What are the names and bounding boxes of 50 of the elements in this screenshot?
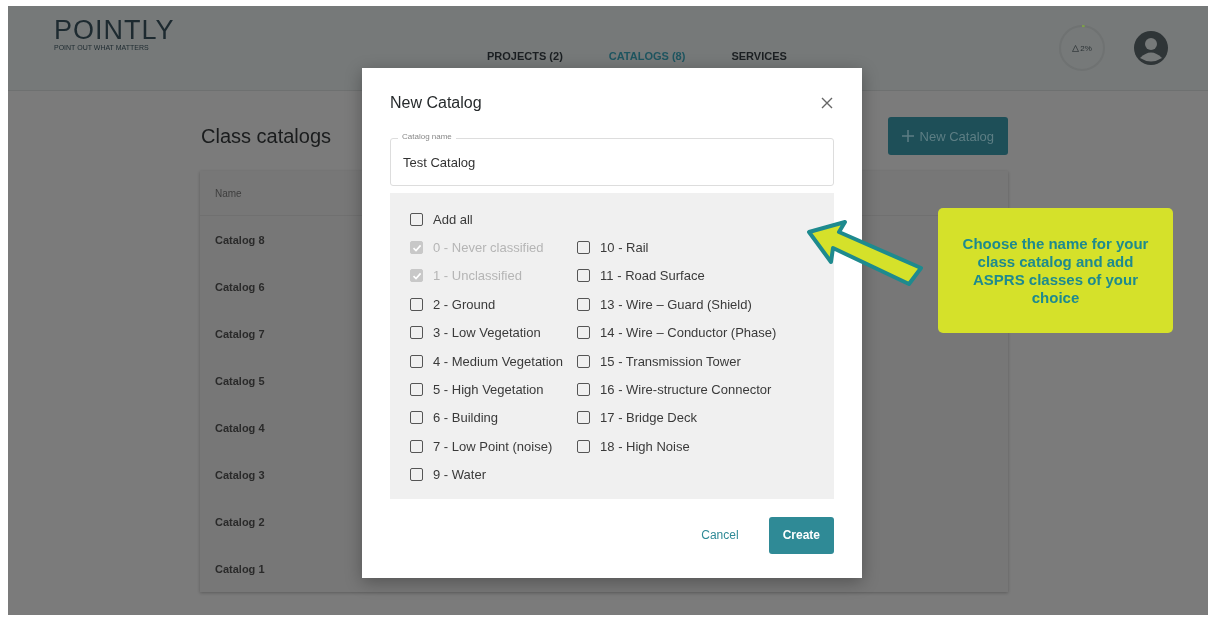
checkbox[interactable]: [410, 326, 423, 340]
checkbox[interactable]: [577, 411, 591, 425]
nav-tab[interactable]: CATALOGS (8): [608, 50, 686, 62]
checkbox[interactable]: [577, 297, 591, 311]
checkbox[interactable]: [410, 212, 423, 226]
checkbox[interactable]: [410, 354, 423, 368]
checkbox-label: 11 - Road Surface: [600, 268, 705, 284]
checkbox-label: 7 - Low Point (noise): [433, 438, 553, 454]
checkbox[interactable]: [577, 326, 591, 340]
create-button[interactable]: Create: [768, 516, 834, 554]
checkbox-label: 4 - Medium Vegetation: [433, 353, 564, 369]
checkbox-label: 15 - Transmission Tower: [600, 353, 741, 369]
annotation-callout: Choose the name for your class catalog and add ASPRS classes of your choice: [938, 208, 1173, 333]
checkbox[interactable]: [410, 468, 423, 482]
nav-tab[interactable]: PROJECTS (2): [487, 50, 563, 62]
new-catalog-button[interactable]: New Catalog: [887, 117, 1008, 155]
checkbox-label: 17 - Bridge Deck: [600, 410, 697, 426]
checkbox-label: 0 - Never classified: [433, 240, 544, 256]
checkbox[interactable]: [577, 439, 591, 453]
checkbox[interactable]: [577, 354, 591, 368]
checkbox[interactable]: [410, 439, 423, 453]
usage-percent: 2%: [1080, 43, 1092, 53]
checkbox[interactable]: [410, 383, 423, 397]
checkbox-label: 6 - Building: [433, 410, 499, 426]
usage-ring: [1058, 24, 1106, 72]
checkbox[interactable]: [410, 297, 423, 311]
avatar-icon[interactable]: [1134, 31, 1168, 65]
checkbox-label: 2 - Ground: [433, 296, 496, 312]
nav-tab[interactable]: SERVICES: [731, 50, 787, 62]
checkbox[interactable]: [410, 411, 423, 425]
plus-icon: [901, 130, 914, 142]
checkbox-label: 3 - Low Vegetation: [433, 325, 541, 341]
checkbox-label: 16 - Wire-structure Connector: [600, 382, 772, 398]
checkbox-label: 18 - High Noise: [600, 438, 690, 454]
checkbox-label: 1 - Unclassified: [433, 268, 522, 284]
close-icon[interactable]: [820, 96, 834, 110]
checkbox-label: 13 - Wire – Guard (Shield): [600, 296, 752, 312]
checkbox[interactable]: [577, 241, 591, 255]
page-title: Class catalogs: [201, 124, 332, 148]
checkbox-label: 14 - Wire – Conductor (Phase): [600, 325, 777, 341]
field-label: Catalog name: [398, 132, 456, 141]
checkbox[interactable]: [577, 383, 591, 397]
cancel-button[interactable]: Cancel: [695, 522, 745, 549]
dialog-title: New Catalog: [390, 94, 482, 112]
warning-icon: [1072, 44, 1080, 52]
checkbox-label: 9 - Water: [433, 467, 486, 483]
checkbox-label: 10 - Rail: [600, 240, 649, 256]
checkbox[interactable]: [577, 269, 591, 283]
logo: POINTLY: [54, 17, 176, 44]
checkbox-label: 5 - High Vegetation: [433, 382, 544, 398]
